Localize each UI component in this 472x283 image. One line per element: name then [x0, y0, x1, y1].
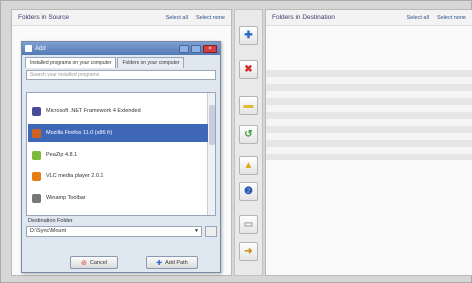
- destination-value: D:\Sync\Mount: [30, 228, 67, 234]
- chevron-down-icon: ▼: [194, 228, 199, 234]
- folder-up-icon: ▲: [243, 160, 254, 171]
- add-icon: ✚: [156, 259, 163, 267]
- dialog-title: Add: [35, 45, 46, 52]
- minimize-button[interactable]: [179, 44, 189, 53]
- cancel-label: Cancel: [89, 259, 107, 266]
- cancel-icon: ⊘: [81, 259, 87, 267]
- folder-up-button[interactable]: ▲: [239, 156, 258, 175]
- program-icon: [32, 128, 41, 138]
- program-label: PeaZip 4.8.1: [46, 152, 78, 158]
- program-label: Microsoft .NET Framework 4 Extended: [46, 108, 141, 114]
- destination-select-all-link[interactable]: Select all: [407, 15, 429, 21]
- destination-select[interactable]: D:\Sync\Mount ▼: [26, 226, 202, 237]
- close-button[interactable]: ×: [203, 44, 217, 53]
- add-path-button[interactable]: ✚ Add Path: [146, 256, 198, 269]
- program-list-item[interactable]: Winamp Toolbar: [28, 189, 208, 207]
- source-select-all-link[interactable]: Select all: [166, 15, 188, 21]
- list-scrollbar[interactable]: [207, 93, 215, 215]
- remove-button[interactable]: ✖: [239, 60, 258, 79]
- scrollbar-thumb[interactable]: [209, 105, 215, 145]
- source-panel-title: Folders in Source: [18, 14, 69, 21]
- program-list-item[interactable]: Microsoft .NET Framework 4 Extended: [28, 102, 208, 120]
- tab-installed-programs[interactable]: Installed programs on your computer: [25, 57, 117, 68]
- program-icon: [32, 171, 41, 181]
- program-icon: [32, 150, 41, 160]
- destination-select-none-link[interactable]: Select none: [437, 15, 466, 21]
- destination-folder-list[interactable]: [266, 70, 472, 160]
- program-search-input[interactable]: Search your installed programs: [26, 70, 216, 80]
- info-icon: ❷: [244, 186, 253, 197]
- program-icon: [32, 106, 41, 116]
- source-select-none-link[interactable]: Select none: [196, 15, 225, 21]
- program-list-item[interactable]: PeaZip 4.8.1: [28, 146, 208, 164]
- dialog-titlebar[interactable]: Add ×: [22, 42, 220, 55]
- destination-panel-header: Folders in Destination Select all Select…: [266, 10, 472, 26]
- destination-label: Destination Folder: [28, 218, 73, 224]
- program-label: Winamp Toolbar: [46, 195, 86, 201]
- move-icon: ➜: [244, 246, 253, 257]
- disk-icon: ▭: [243, 219, 254, 230]
- add-dialog: Add × Installed programs on your compute…: [21, 41, 221, 273]
- maximize-button[interactable]: [191, 44, 201, 53]
- program-icon: [32, 193, 41, 203]
- folder-button[interactable]: ▬: [239, 96, 258, 115]
- program-list: Microsoft .NET Framework 4 Extended Mozil…: [26, 92, 216, 216]
- refresh-icon: ↺: [244, 129, 253, 140]
- transfer-toolbar: ✚ ✖ ▬ ↺ ▲ ❷ ▭ ➜: [234, 9, 263, 276]
- add-label: Add Path: [165, 259, 188, 266]
- application-window: Folders in Source Select all Select none…: [0, 0, 472, 283]
- program-label: VLC media player 2.0.1: [46, 173, 104, 179]
- app-icon: [25, 45, 32, 52]
- source-panel-header: Folders in Source Select all Select none: [12, 10, 231, 26]
- program-list-item[interactable]: VLC media player 2.0.1: [28, 167, 208, 185]
- program-list-item[interactable]: Mozilla Firefox 11.0 (x86 fr): [28, 124, 208, 142]
- plus-icon: ✚: [244, 30, 253, 41]
- folder-icon: ▬: [243, 100, 254, 111]
- move-button[interactable]: ➜: [239, 242, 258, 261]
- browse-button[interactable]: [205, 226, 217, 237]
- remove-icon: ✖: [244, 64, 253, 75]
- info-button[interactable]: ❷: [239, 182, 258, 201]
- destination-folders-panel: Folders in Destination Select all Select…: [265, 9, 472, 276]
- plus-button[interactable]: ✚: [239, 26, 258, 45]
- destination-panel-title: Folders in Destination: [272, 14, 335, 21]
- disk-button[interactable]: ▭: [239, 215, 258, 234]
- program-label: Mozilla Firefox 11.0 (x86 fr): [46, 130, 113, 136]
- tab-folders[interactable]: Folders on your computer: [117, 57, 185, 68]
- cancel-button[interactable]: ⊘ Cancel: [70, 256, 118, 269]
- refresh-button[interactable]: ↺: [239, 125, 258, 144]
- dialog-tabs: Installed programs on your computer Fold…: [22, 55, 220, 68]
